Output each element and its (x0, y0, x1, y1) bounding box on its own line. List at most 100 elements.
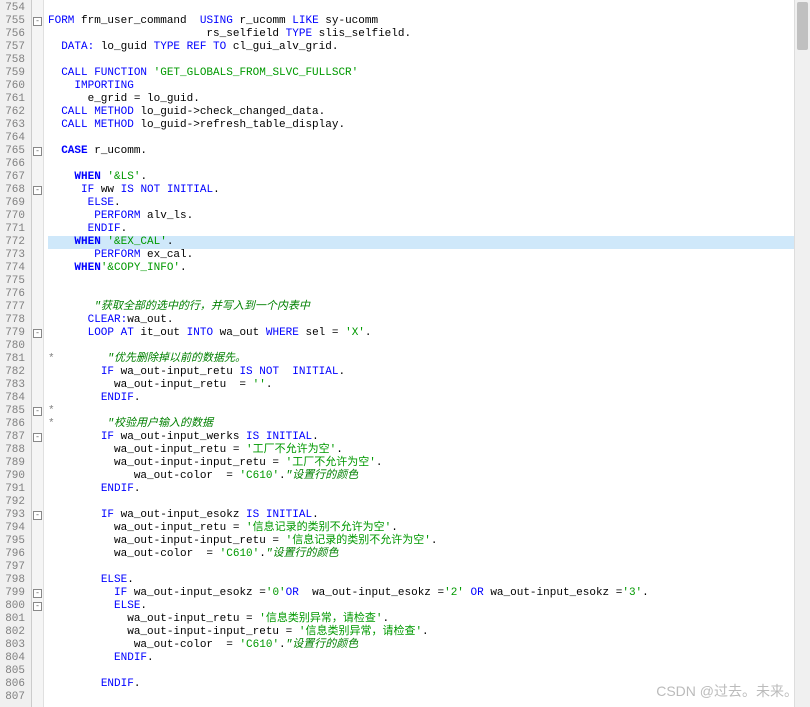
code-line[interactable]: IF wa_out-input_werks IS INITIAL. (48, 431, 810, 444)
code-line[interactable] (48, 2, 810, 15)
line-number: 769 (4, 197, 25, 210)
line-number: 782 (4, 366, 25, 379)
code-line[interactable]: CLEAR:wa_out. (48, 314, 810, 327)
code-line[interactable]: "获取全部的选中的行，并写入到一个内表中 (48, 301, 810, 314)
code-line[interactable] (48, 561, 810, 574)
fold-toggle-icon[interactable]: - (33, 329, 42, 338)
vertical-scrollbar[interactable] (794, 0, 810, 707)
code-line[interactable] (48, 158, 810, 171)
fold-toggle-icon[interactable]: - (33, 511, 42, 520)
line-number: 772 (4, 236, 25, 249)
code-line[interactable]: WHEN '&EX_CAL'. (48, 236, 810, 249)
code-line[interactable]: e_grid = lo_guid. (48, 93, 810, 106)
fold-toggle-icon[interactable]: - (33, 602, 42, 611)
line-number: 807 (4, 691, 25, 704)
code-line[interactable]: ENDIF. (48, 392, 810, 405)
fold-toggle-icon[interactable]: - (33, 186, 42, 195)
fold-gutter: - - - - - - - - - (32, 0, 44, 707)
code-line[interactable]: PERFORM alv_ls. (48, 210, 810, 223)
line-number: 783 (4, 379, 25, 392)
code-line[interactable]: * "优先删除掉以前的数据先。 (48, 353, 810, 366)
code-line[interactable]: ELSE. (48, 197, 810, 210)
line-number: 786 (4, 418, 25, 431)
line-number: 758 (4, 54, 25, 67)
code-line[interactable]: * (48, 405, 810, 418)
code-line[interactable]: PERFORM ex_cal. (48, 249, 810, 262)
line-number: 790 (4, 470, 25, 483)
code-line[interactable]: * "校验用户输入的数据 (48, 418, 810, 431)
line-number: 789 (4, 457, 25, 470)
code-line[interactable] (48, 665, 810, 678)
code-line[interactable]: WHEN'&COPY_INFO'. (48, 262, 810, 275)
code-line[interactable] (48, 340, 810, 353)
line-number: 800 (4, 600, 25, 613)
fold-toggle-icon[interactable]: - (33, 17, 42, 26)
code-line[interactable]: wa_out-color = 'C610'."设置行的颜色 (48, 548, 810, 561)
code-line[interactable]: wa_out-input-input_retu = '工厂不允许为空'. (48, 457, 810, 470)
code-line[interactable]: IF wa_out-input_esokz IS INITIAL. (48, 509, 810, 522)
line-number: 795 (4, 535, 25, 548)
code-line[interactable]: ENDIF. (48, 483, 810, 496)
code-line[interactable] (48, 496, 810, 509)
line-number: 780 (4, 340, 25, 353)
line-number: 759 (4, 67, 25, 80)
code-line[interactable]: WHEN '&LS'. (48, 171, 810, 184)
code-line[interactable]: wa_out-input_retu = '信息记录的类别不允许为空'. (48, 522, 810, 535)
line-number: 755 (4, 15, 25, 28)
code-line[interactable] (48, 132, 810, 145)
line-number: 762 (4, 106, 25, 119)
line-number: 761 (4, 93, 25, 106)
fold-toggle-icon[interactable]: - (33, 589, 42, 598)
code-line[interactable]: rs_selfield TYPE slis_selfield. (48, 28, 810, 41)
line-number: 798 (4, 574, 25, 587)
code-line[interactable]: ENDIF. (48, 223, 810, 236)
fold-toggle-icon[interactable]: - (33, 407, 42, 416)
code-line[interactable]: DATA: lo_guid TYPE REF TO cl_gui_alv_gri… (48, 41, 810, 54)
line-number: 779 (4, 327, 25, 340)
watermark: CSDN @过去。未来。 (656, 681, 798, 701)
line-number: 796 (4, 548, 25, 561)
code-line[interactable]: wa_out-input-input_retu = '信息记录的类别不允许为空'… (48, 535, 810, 548)
code-line[interactable]: ELSE. (48, 574, 810, 587)
fold-toggle-icon[interactable]: - (33, 147, 42, 156)
code-area[interactable]: FORM frm_user_command USING r_ucomm LIKE… (44, 0, 810, 707)
line-number: 797 (4, 561, 25, 574)
code-line[interactable]: CALL METHOD lo_guid->refresh_table_displ… (48, 119, 810, 132)
line-number: 756 (4, 28, 25, 41)
code-line[interactable]: FORM frm_user_command USING r_ucomm LIKE… (48, 15, 810, 28)
line-number: 768 (4, 184, 25, 197)
line-number: 754 (4, 2, 25, 15)
code-line[interactable]: CALL FUNCTION 'GET_GLOBALS_FROM_SLVC_FUL… (48, 67, 810, 80)
code-line[interactable]: wa_out-input-input_retu = '信息类别异常，请检查'. (48, 626, 810, 639)
code-line[interactable]: IMPORTING (48, 80, 810, 93)
line-number: 773 (4, 249, 25, 262)
code-line[interactable]: wa_out-input_retu = ''. (48, 379, 810, 392)
code-line[interactable]: IF wa_out-input_esokz ='0'OR wa_out-inpu… (48, 587, 810, 600)
code-line[interactable]: wa_out-input_retu = '信息类别异常，请检查'. (48, 613, 810, 626)
line-number: 767 (4, 171, 25, 184)
code-line[interactable]: ELSE. (48, 600, 810, 613)
code-line[interactable]: CASE r_ucomm. (48, 145, 810, 158)
code-line[interactable]: CALL METHOD lo_guid->check_changed_data. (48, 106, 810, 119)
line-number: 793 (4, 509, 25, 522)
line-number: 801 (4, 613, 25, 626)
code-line[interactable]: LOOP AT it_out INTO wa_out WHERE sel = '… (48, 327, 810, 340)
code-line[interactable] (48, 288, 810, 301)
code-line[interactable]: wa_out-color = 'C610'."设置行的颜色 (48, 639, 810, 652)
code-line[interactable]: wa_out-input_retu = '工厂不允许为空'. (48, 444, 810, 457)
code-line[interactable]: wa_out-color = 'C610'."设置行的颜色 (48, 470, 810, 483)
line-number: 803 (4, 639, 25, 652)
line-number: 788 (4, 444, 25, 457)
line-number: 791 (4, 483, 25, 496)
code-line[interactable] (48, 275, 810, 288)
line-number: 785 (4, 405, 25, 418)
line-number-gutter: 7547557567577587597607617627637647657667… (0, 0, 32, 707)
code-line[interactable]: IF wa_out-input_retu IS NOT INITIAL. (48, 366, 810, 379)
code-line[interactable]: ENDIF. (48, 652, 810, 665)
line-number: 765 (4, 145, 25, 158)
code-line[interactable]: IF ww IS NOT INITIAL. (48, 184, 810, 197)
code-line[interactable] (48, 54, 810, 67)
scrollbar-thumb[interactable] (797, 2, 808, 50)
fold-toggle-icon[interactable]: - (33, 433, 42, 442)
line-number: 771 (4, 223, 25, 236)
